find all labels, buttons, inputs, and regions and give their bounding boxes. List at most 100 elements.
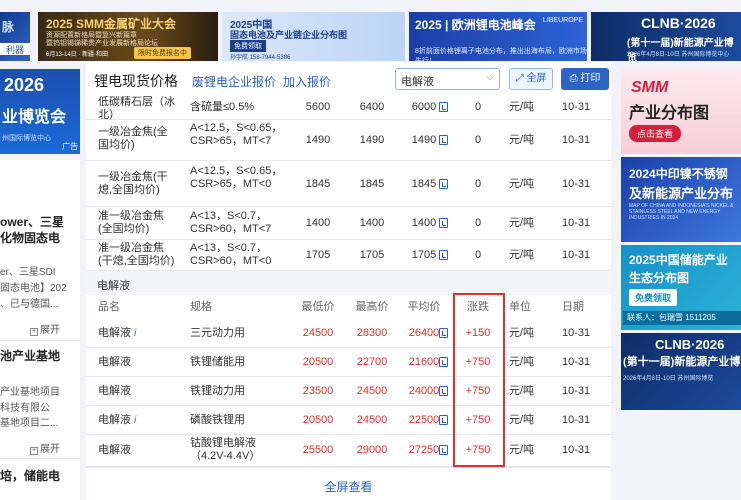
cell-name[interactable]: 电解液 xyxy=(98,414,131,426)
news-title[interactable]: 培，储能电 xyxy=(0,468,80,484)
banner-tag: LIBEUROPE xyxy=(542,17,583,24)
banner-ad-europe-summit[interactable]: 2025 | 欧洲锂电池峰会 LIBEUROPE 8折前面价格锂离子电池分布，推… xyxy=(409,12,587,61)
cell-name[interactable]: 电解液 xyxy=(98,356,178,369)
cell-unit: 元/吨 xyxy=(509,356,535,368)
cell-date: 10-31 xyxy=(562,101,591,113)
cell-name: 一级冶金焦(全国均价) xyxy=(98,126,168,151)
category-select[interactable]: 电解液 ⌵ xyxy=(395,68,500,90)
chart-icon[interactable] xyxy=(439,250,448,260)
expand-icon: ⤢ xyxy=(515,73,524,84)
chart-icon[interactable] xyxy=(439,415,448,425)
chart-icon[interactable] xyxy=(439,218,448,228)
ad-title: 2025中国储能产业 xyxy=(629,253,728,267)
ad-view-button[interactable]: 点击查看 xyxy=(629,125,682,142)
banner-ad-clnb[interactable]: CLNB·2026 (第十一届)新能源产业博览 2026年4月8日-10日 苏州… xyxy=(591,12,741,61)
section-title: 电解液 xyxy=(97,280,130,292)
printer-icon: ⎙ xyxy=(569,73,578,84)
ad-title: 生态分布图 xyxy=(629,271,690,285)
cell-date: 10-31 xyxy=(562,217,591,229)
news-snippet: 产业基地项目 xyxy=(0,387,60,398)
chart-icon[interactable] xyxy=(439,445,448,455)
right-ad-industry-map[interactable]: SMM 产业分布图 点击查看 xyxy=(621,69,741,154)
banner-text: 2026年4月8日-10日 苏州国际博览中心 xyxy=(627,52,730,58)
cell-low: 5600 xyxy=(305,101,331,113)
banner-ad-1[interactable]: 脉 利器 xyxy=(0,12,30,61)
chart-icon[interactable] xyxy=(439,179,448,189)
news-title[interactable]: 化物固态电 xyxy=(0,230,80,246)
chart-icon[interactable] xyxy=(439,386,448,396)
news-title[interactable]: 池产业基地 xyxy=(0,348,80,364)
chart-icon[interactable] xyxy=(439,328,448,338)
chart-icon[interactable] xyxy=(439,357,448,367)
info-icon[interactable]: i xyxy=(134,414,136,427)
join-quote-link[interactable]: 加入报价 xyxy=(283,73,331,90)
table-row: 电解液 钴酸锂电解液（4.2V-4.4V） 25500 29000 27250 … xyxy=(86,435,611,467)
banner-text: 脉 xyxy=(2,20,15,34)
right-ad-storage-map[interactable]: 2025中国储能产业 生态分布图 免费领取 联系人：包瑞雪 1511205 xyxy=(621,245,741,330)
right-ad-nickel-map[interactable]: 2024中印镍不锈钢 及新能源产业分布 MAP OF CHINA AND IND… xyxy=(621,157,741,242)
ad-title: 及新能源产业分布 xyxy=(629,186,734,201)
cell-name: 一级冶金焦(干熄,全国均价) xyxy=(98,171,168,196)
cell-spec: A<12.5，S<0.65，CSR>65，MT<7 xyxy=(190,122,283,147)
cell-high: 28300 xyxy=(356,327,388,339)
cell-unit: 元/吨 xyxy=(509,444,535,456)
cell-spec: 磷酸铁锂用 xyxy=(190,414,245,426)
info-icon[interactable]: i xyxy=(134,327,136,340)
chart-icon[interactable] xyxy=(439,102,448,112)
banner-ad-metal-mining[interactable]: 2025 SMM金属矿业大会 资源配置新格局暨复兴新篇章 暨钨钼锡锑稀贵产业发展… xyxy=(38,12,218,61)
section-header: 电解液 xyxy=(86,271,611,295)
cell-low: 20500 xyxy=(302,414,334,426)
cell-unit: 元/吨 xyxy=(509,249,535,261)
left-ad-expo[interactable]: 2026 业博览会 州国际博览中心 广告 xyxy=(0,69,80,154)
table-row: 准一级冶金焦(全国均价) A<13，S<0.7，CSR>60，MT<7 1400… xyxy=(86,207,611,240)
cell-date: 10-31 xyxy=(562,444,591,456)
news-title[interactable]: ower、三星 xyxy=(0,214,80,230)
cell-spec: 三元动力用 xyxy=(190,327,245,339)
banner-register-button[interactable]: 限时免费报名中 xyxy=(134,47,191,59)
cell-avg: 6000 xyxy=(411,101,437,113)
fullscreen-button[interactable]: ⤢ 全屏 xyxy=(509,68,553,90)
cell-low: 1490 xyxy=(305,134,331,146)
ad-title: 2026 xyxy=(4,75,45,95)
table-row: 电解液 i 磷酸铁锂用 20500 24500 22500 +750 元/吨 10… xyxy=(86,406,611,435)
table-row: 一级冶金焦(干熄,全国均价) A<12.5，S<0.65，CSR>65，MT<0… xyxy=(86,161,611,207)
cell-spec: 含硫量≤0.5% xyxy=(190,101,255,113)
cell-avg: 1705 xyxy=(411,249,437,261)
cell-date: 10-31 xyxy=(562,249,591,261)
ad-free-button[interactable]: 免费领取 xyxy=(629,289,678,306)
cell-date: 10-31 xyxy=(562,134,591,146)
news-snippet: er、三星SDI xyxy=(0,267,56,278)
left-news-list: ower、三星 化物固态电 er、三星SDI 固态电池】202 、已与德国...… xyxy=(0,160,80,500)
waste-battery-quotes-link[interactable]: 废锂电企业报价 xyxy=(192,73,276,90)
ad-title: 产业分布图 xyxy=(629,105,710,122)
banner-free-button[interactable]: 免费领取 xyxy=(230,40,266,52)
table-row: 一级冶金焦(全国均价) A<12.5，S<0.65，CSR>65，MT<7 14… xyxy=(86,120,611,161)
fullscreen-view-link[interactable]: 全屏查看 xyxy=(86,467,611,500)
ad-contact: 联系人：包瑞雪 1511205 xyxy=(623,311,741,325)
cell-avg: 22500 xyxy=(408,414,440,426)
cell-name[interactable]: 电解液 xyxy=(98,444,178,457)
cell-change: 0 xyxy=(474,134,482,146)
cell-change: 0 xyxy=(474,217,482,229)
ad-date: 2026年4月8日-10日 苏州国际博览 xyxy=(623,376,714,382)
cell-name[interactable]: 电解液 xyxy=(98,327,131,339)
cell-name[interactable]: 电解液 xyxy=(98,385,178,398)
cell-spec: A<13，S<0.7，CSR>60，MT<0 xyxy=(190,242,272,267)
cell-low: 23500 xyxy=(302,385,334,397)
expand-link[interactable]: + 展开 xyxy=(30,440,60,455)
banner-ad-solid-battery[interactable]: 2025中国 固态电池及产业链企业分布图 免费领取 孙宇航 158-7944-5… xyxy=(222,12,405,61)
cell-unit: 元/吨 xyxy=(509,217,535,229)
print-button[interactable]: ⎙ 打印 xyxy=(561,68,609,90)
ad-subtitle: 业博览会 xyxy=(2,109,67,126)
col-high: 最高价 xyxy=(355,301,389,313)
banner-title: CLNB·2026 xyxy=(641,15,716,31)
chart-icon[interactable] xyxy=(439,135,448,145)
cell-change: 0 xyxy=(474,178,482,190)
cell-avg: 27250 xyxy=(408,444,440,456)
right-ad-clnb[interactable]: CLNB·2026 (第十一届)新能源产业博 2026年4月8日-10日 苏州国… xyxy=(621,333,741,410)
cell-low: 20500 xyxy=(302,356,334,368)
expand-link[interactable]: + 展开 xyxy=(30,321,60,336)
cell-high: 6400 xyxy=(359,101,385,113)
cell-unit: 元/吨 xyxy=(509,178,535,190)
cell-spec: 铁锂动力用 xyxy=(190,385,245,397)
